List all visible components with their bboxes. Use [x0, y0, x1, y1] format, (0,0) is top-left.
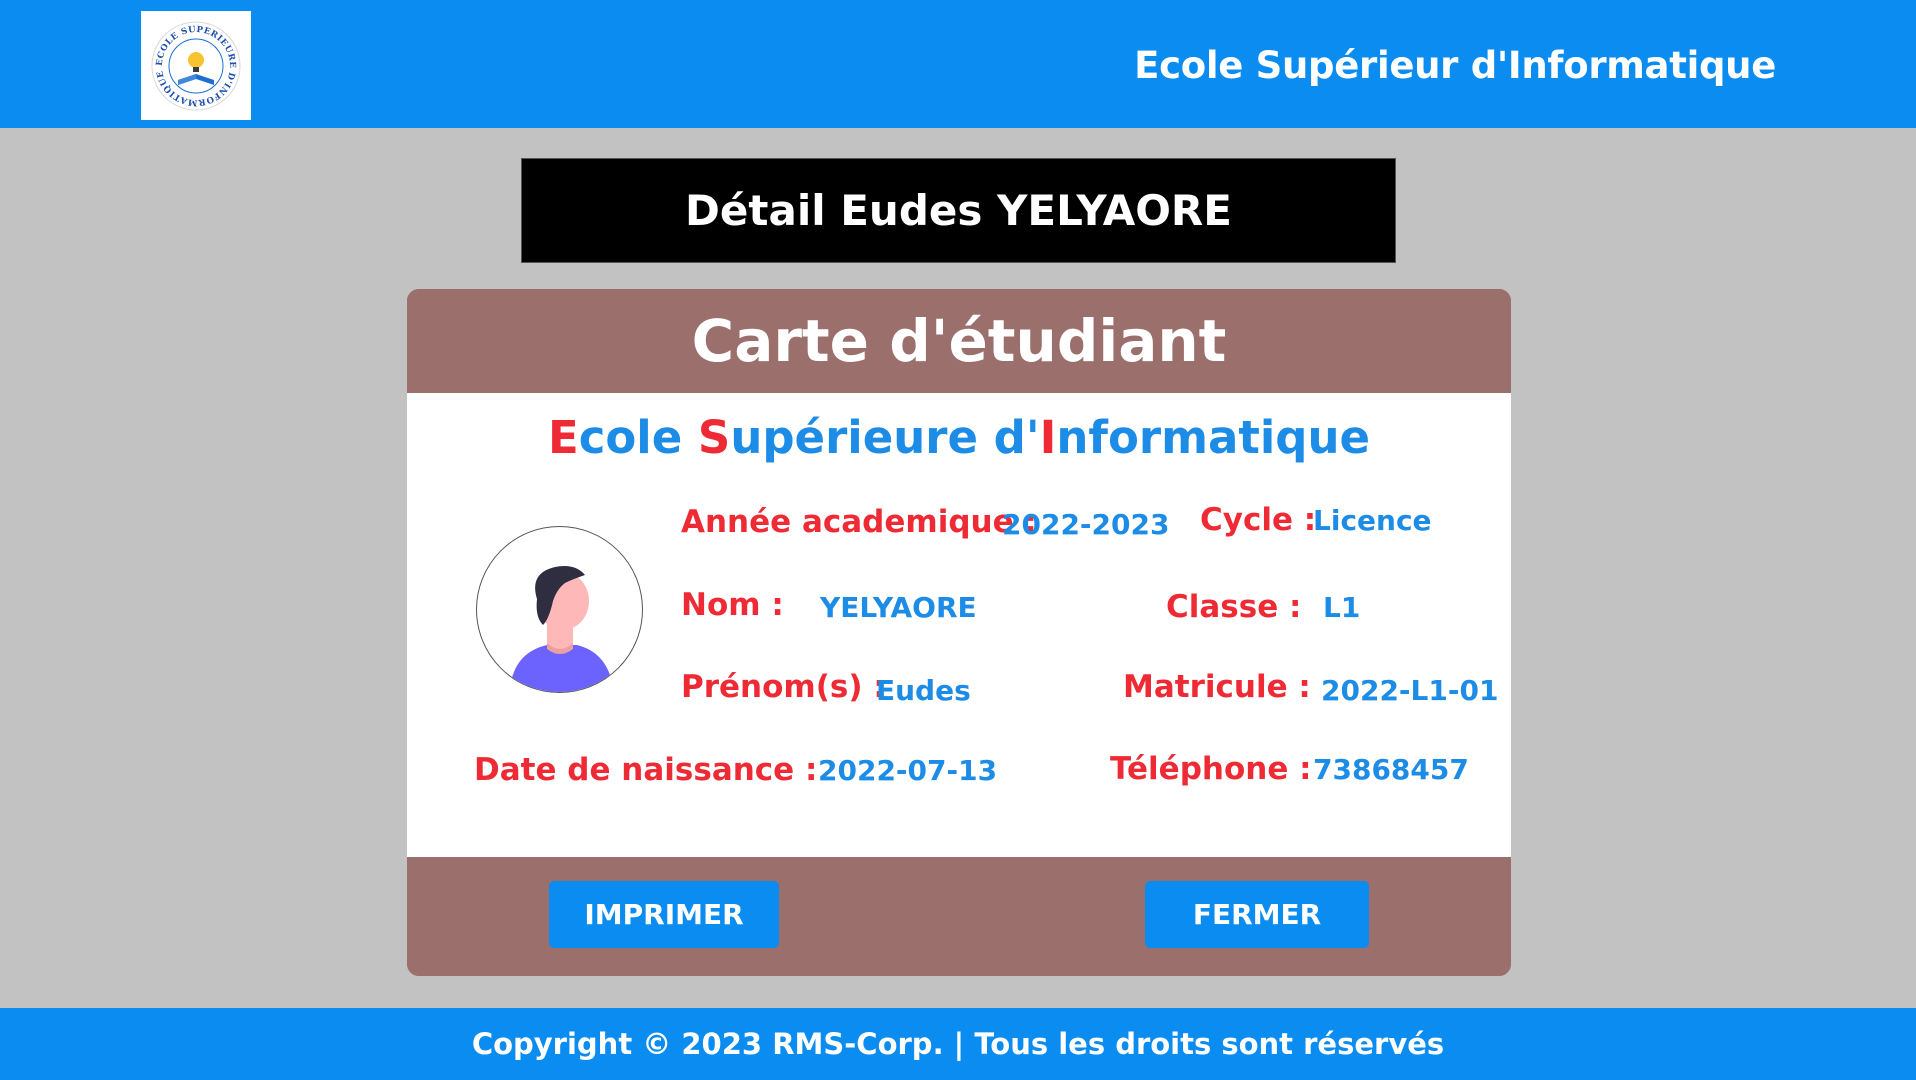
close-button[interactable]: FERMER	[1145, 881, 1369, 948]
school-name-part-1: cole	[578, 411, 698, 464]
phone-label: Téléphone :	[1110, 751, 1312, 787]
student-card: Carte d'étudiant Ecole Supérieure d'Info…	[407, 289, 1511, 976]
school-name-part-2: upérieure d'	[730, 411, 1040, 464]
first-name-label: Prénom(s) :	[681, 669, 886, 705]
school-name-initial-s: S	[697, 411, 731, 464]
class-value: L1	[1323, 591, 1361, 624]
registration-number-label: Matricule :	[1123, 669, 1311, 705]
academic-year-value: 2022-2023	[1002, 508, 1170, 541]
class-label: Classe :	[1166, 589, 1302, 625]
first-name-value: Eudes	[876, 674, 971, 707]
card-title: Carte d'étudiant	[407, 289, 1511, 393]
birth-date-value: 2022-07-13	[818, 754, 998, 787]
school-logo-icon: ECOLE SUPERIEURE D'INFORMATIQUE	[151, 21, 241, 110]
school-name-initial-e: E	[547, 411, 579, 464]
school-logo: ECOLE SUPERIEURE D'INFORMATIQUE	[141, 11, 251, 120]
school-name: Ecole Supérieure d'Informatique	[407, 411, 1511, 464]
card-body: Ecole Supérieure d'Informatique Année ac…	[407, 393, 1511, 857]
academic-year-label: Année academique :	[681, 504, 1037, 540]
phone-value: 73868457	[1313, 753, 1469, 786]
card-footer: IMPRIMER FERMER	[407, 857, 1511, 976]
school-name-part-3: nformatique	[1056, 411, 1371, 464]
print-button[interactable]: IMPRIMER	[549, 881, 779, 948]
page-footer: Copyright © 2023 RMS-Corp. | Tous les dr…	[0, 1008, 1916, 1080]
cycle-value: Licence	[1313, 504, 1432, 537]
birth-date-label: Date de naissance :	[474, 752, 818, 788]
registration-number-value: 2022-L1-01	[1321, 674, 1499, 707]
detail-title-banner: Détail Eudes YELYAORE	[521, 158, 1396, 263]
student-avatar	[476, 526, 643, 693]
school-name-initial-i: I	[1039, 411, 1057, 464]
last-name-value: YELYAORE	[820, 591, 977, 624]
last-name-label: Nom :	[681, 587, 784, 623]
cycle-label: Cycle :	[1200, 502, 1317, 538]
top-header: ECOLE SUPERIEURE D'INFORMATIQUE Ecole Su…	[0, 0, 1916, 128]
user-avatar-icon	[511, 566, 612, 692]
header-title: Ecole Supérieur d'Informatique	[1134, 44, 1776, 87]
